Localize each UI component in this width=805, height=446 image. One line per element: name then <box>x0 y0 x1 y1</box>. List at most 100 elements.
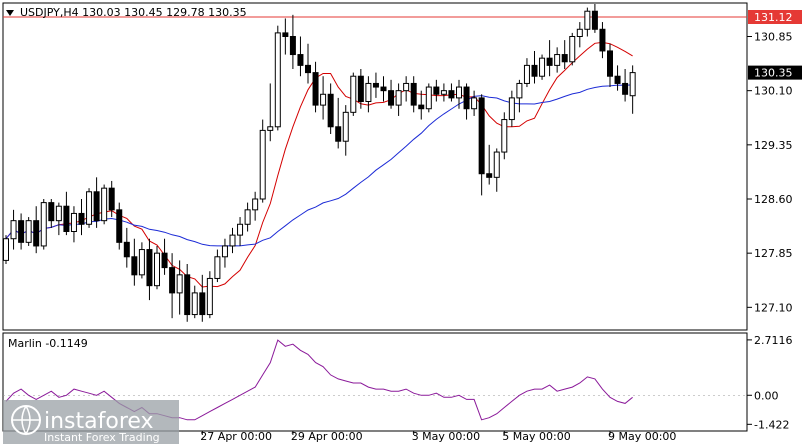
candle-body <box>350 75 357 113</box>
candle-body <box>229 234 236 247</box>
candle-body <box>55 205 62 222</box>
candle-body <box>221 245 228 258</box>
oscillator-tick-label: 0.00 <box>754 389 779 402</box>
brand-tagline: Instant Forex Trading <box>44 431 160 444</box>
candle-body <box>18 220 25 243</box>
price-tick-label: 127.10 <box>754 301 793 314</box>
candle-body <box>282 32 289 38</box>
candle-body <box>425 86 432 110</box>
candle-body <box>478 97 485 175</box>
candle-body <box>440 90 447 95</box>
candle-body <box>471 97 478 110</box>
instaforex-logo: instaforex Instant Forex Trading <box>3 400 179 444</box>
candle-body <box>463 86 470 110</box>
candle-body <box>48 202 55 222</box>
candle-body <box>546 57 553 66</box>
candle-body <box>456 86 462 99</box>
candle-body <box>591 10 598 30</box>
candle-body <box>554 54 561 66</box>
time-tick-label: 5 May 00:00 <box>502 430 570 443</box>
candle-body <box>154 252 160 287</box>
candle-body <box>25 220 32 243</box>
candle-body <box>614 75 621 84</box>
candle-body <box>86 191 93 225</box>
price-tick-label: 129.35 <box>754 139 793 152</box>
candle-body <box>312 72 319 106</box>
price-tick-label: 127.85 <box>754 247 793 260</box>
price-tick-label: 130.85 <box>754 31 793 44</box>
candle-body <box>365 82 372 102</box>
candle-body <box>508 97 515 121</box>
candle-body <box>403 82 410 92</box>
time-tick-label: 27 Apr 00:00 <box>200 430 272 443</box>
candle-body <box>161 252 168 269</box>
candle-body <box>569 36 576 63</box>
candle-body <box>320 93 327 106</box>
candle-body <box>63 205 70 233</box>
symbol-header: USDJPY,H4 130.03 130.45 129.78 130.35 <box>20 6 247 19</box>
oscillator-tick-label: -1.422 <box>754 418 789 431</box>
resistance-price-label: 131.12 <box>754 11 793 24</box>
candle-body <box>327 93 334 128</box>
candle-body <box>388 90 395 106</box>
chart-canvas: 130.85 130.10 129.35 128.60 127.85 127.10 131.… <box>2 2 802 444</box>
candle-body <box>297 54 304 66</box>
candle-body <box>78 212 85 225</box>
candle-body <box>516 82 523 99</box>
candle-body <box>501 119 508 153</box>
candle-body <box>335 126 342 142</box>
price-tick-label: 128.60 <box>754 193 793 206</box>
candle-body <box>622 82 629 95</box>
candle-body <box>138 249 145 276</box>
candle-body <box>486 173 493 178</box>
candle-body <box>599 28 606 52</box>
candle-body <box>576 28 583 38</box>
candle-body <box>101 187 108 222</box>
price-tick-label: 130.10 <box>754 85 793 98</box>
candle-body <box>214 256 221 279</box>
candle-body <box>123 241 130 258</box>
candle-body <box>305 64 311 74</box>
candle-body <box>289 36 296 56</box>
candle-body <box>146 249 153 287</box>
candle-body <box>3 238 9 261</box>
candle-body <box>561 54 568 63</box>
candle-body <box>607 50 613 77</box>
candle-body <box>493 151 500 178</box>
candle-body <box>131 256 138 276</box>
candle-body <box>33 220 40 247</box>
oscillator-header: Marlin -0.1149 <box>8 337 88 350</box>
oscillator-tick-label: 2.7116 <box>754 334 793 347</box>
candle-body <box>448 90 455 99</box>
candle-body <box>418 104 425 110</box>
candle-body <box>184 274 191 316</box>
candle-body <box>629 72 636 97</box>
candle-body <box>584 10 591 30</box>
price-panel-frame <box>2 2 748 331</box>
candle-body <box>244 209 251 225</box>
candle-body <box>169 267 176 294</box>
candle-body <box>70 212 77 232</box>
candle-body <box>252 198 259 211</box>
candle-body <box>176 274 183 294</box>
candle-body <box>357 75 364 102</box>
candle-body <box>433 86 440 95</box>
current-price-label: 130.35 <box>754 67 793 80</box>
candle-body <box>206 277 213 316</box>
candle-body <box>523 64 530 84</box>
candle-body <box>274 32 281 128</box>
candle-body <box>108 187 115 211</box>
candle-body <box>531 64 538 77</box>
candle-body <box>395 90 402 106</box>
candle-body <box>93 191 100 222</box>
time-tick-label: 29 Apr 00:00 <box>291 430 363 443</box>
time-tick-label: 9 May 00:00 <box>608 430 676 443</box>
candle-body <box>372 82 379 88</box>
candle-body <box>259 129 266 200</box>
candle-body <box>10 220 17 240</box>
candle-body <box>380 86 387 92</box>
candle-body <box>191 292 198 316</box>
candle-body <box>539 57 546 77</box>
candle-body <box>410 82 417 106</box>
candle-body <box>342 111 349 142</box>
